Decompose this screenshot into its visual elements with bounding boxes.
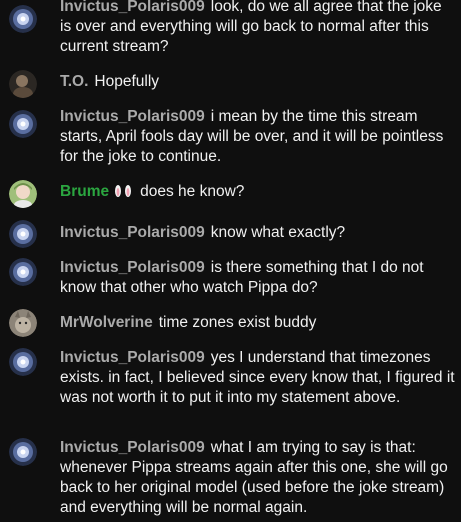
user-avatar[interactable] [9,180,37,208]
message-body: Invictus_Polaris009 is there something th… [60,258,455,298]
galaxy-avatar-icon [9,5,37,33]
message-body: Invictus_Polaris009 what I am trying to s… [60,438,455,518]
live-chat: Invictus_Polaris009 look, do we all agree… [0,0,461,522]
message-text: know what exactly? [210,224,346,241]
author-name[interactable]: Invictus_Polaris009 [60,108,205,125]
user-avatar[interactable] [9,309,37,337]
message-body: T.O. Hopefully [60,72,455,92]
author-name[interactable]: Invictus_Polaris009 [60,349,205,366]
author-name[interactable]: MrWolverine [60,314,153,331]
message-body: Invictus_Polaris009 look, do we all agree… [60,0,455,57]
galaxy-avatar-icon [9,110,37,138]
message-body: Invictus_Polaris009 yes I understand that… [60,348,455,408]
character-avatar-icon [9,180,37,208]
author-name[interactable]: Invictus_Polaris009 [60,0,205,15]
galaxy-avatar-icon [9,220,37,248]
message-body: Invictus_Polaris009 i mean by the time th… [60,107,455,167]
message-body: MrWolverine time zones exist buddy [60,313,455,333]
bunny-ears-badge-icon [112,183,134,203]
user-avatar[interactable] [9,70,37,98]
wolf-avatar-icon [9,309,37,337]
user-avatar[interactable] [9,110,37,138]
galaxy-avatar-icon [9,348,37,376]
user-avatar[interactable] [9,438,37,466]
message-text: time zones exist buddy [158,314,317,331]
user-avatar[interactable] [9,5,37,33]
message-body: Brume does he know? [60,182,455,203]
author-name[interactable]: Invictus_Polaris009 [60,259,205,276]
user-avatar[interactable] [9,348,37,376]
author-name[interactable]: Invictus_Polaris009 [60,224,205,241]
galaxy-avatar-icon [9,438,37,466]
message-body: Invictus_Polaris009 know what exactly? [60,223,455,243]
author-name[interactable]: Brume [60,183,109,200]
galaxy-avatar-icon [9,258,37,286]
user-avatar[interactable] [9,258,37,286]
dark-avatar-icon [9,70,37,98]
message-text: does he know? [140,183,245,200]
author-name[interactable]: Invictus_Polaris009 [60,439,205,456]
user-avatar[interactable] [9,220,37,248]
author-name[interactable]: T.O. [60,73,88,90]
message-text: Hopefully [94,73,160,90]
